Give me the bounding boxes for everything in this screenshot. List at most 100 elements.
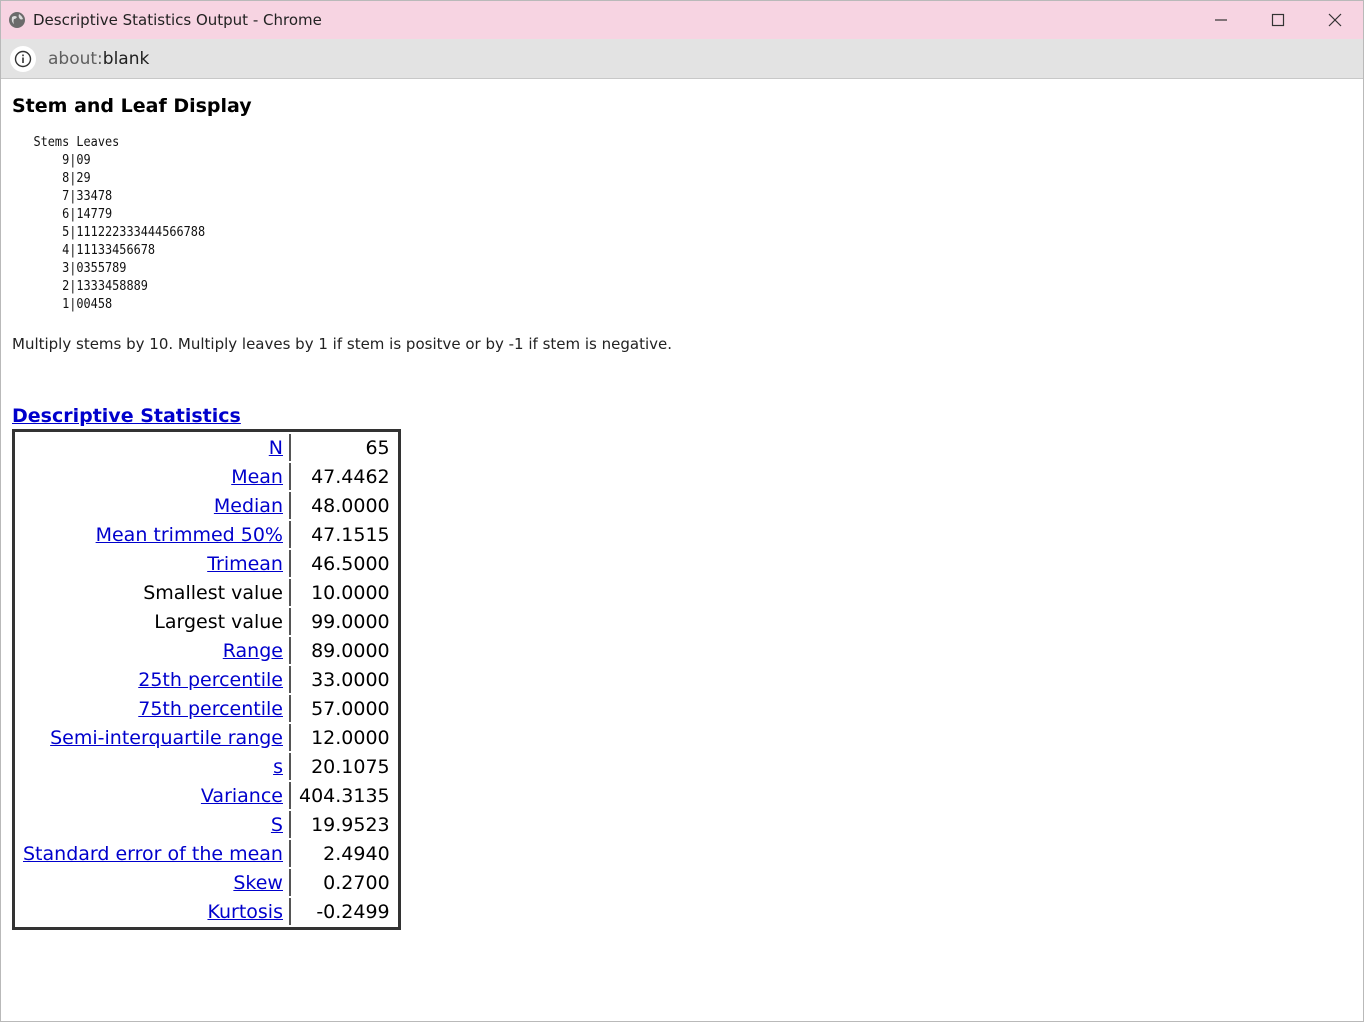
stat-label-link[interactable]: Range bbox=[223, 640, 283, 662]
stat-label-cell: 75th percentile bbox=[17, 695, 291, 722]
stat-label-link[interactable]: Mean bbox=[231, 466, 283, 488]
url-host: blank bbox=[102, 48, 150, 69]
stat-label-cell: Mean bbox=[17, 463, 291, 490]
stat-label-link[interactable]: N bbox=[269, 437, 283, 459]
stem-leaf-row: 9|09 bbox=[62, 152, 91, 168]
table-row: Standard error of the mean 2.4940 bbox=[17, 840, 396, 867]
title-bar: Descriptive Statistics Output - Chrome bbox=[1, 1, 1363, 39]
stem-leaf-row: 7|33478 bbox=[62, 188, 113, 204]
table-row: Mean 47.4462 bbox=[17, 463, 396, 490]
stat-value: 0.2700 bbox=[323, 871, 390, 894]
url-scheme: about: bbox=[48, 48, 103, 69]
close-icon bbox=[1328, 13, 1341, 27]
table-row: Mean trimmed 50% 47.1515 bbox=[17, 521, 396, 548]
stat-label-link[interactable]: s bbox=[273, 756, 283, 778]
stat-value: 47.1515 bbox=[311, 523, 390, 546]
stat-value: 10.0000 bbox=[311, 581, 390, 604]
globe-icon bbox=[8, 11, 26, 29]
maximize-button[interactable] bbox=[1249, 1, 1306, 39]
stem-leaf-row: 6|14779 bbox=[62, 206, 113, 222]
minimize-icon bbox=[1214, 19, 1227, 21]
stat-value: 47.4462 bbox=[311, 465, 390, 488]
stat-label-link[interactable]: Standard error of the mean bbox=[23, 843, 283, 865]
stat-label-link[interactable]: Median bbox=[214, 495, 283, 517]
stem-leaf-note: Multiply stems by 10. Multiply leaves by… bbox=[12, 335, 673, 353]
stat-label-cell: Largest value bbox=[17, 608, 291, 635]
stat-value: 65 bbox=[365, 436, 390, 459]
stat-value: 33.0000 bbox=[311, 668, 390, 691]
minimize-button[interactable] bbox=[1192, 1, 1249, 39]
table-row: Skew 0.2700 bbox=[17, 869, 396, 896]
stem-leaf-row: 1|00458 bbox=[62, 296, 113, 312]
stat-value: 46.5000 bbox=[311, 552, 390, 575]
stat-label: Largest value bbox=[154, 610, 283, 633]
stat-label: Smallest value bbox=[143, 581, 283, 604]
stat-value: 2.4940 bbox=[323, 842, 390, 865]
stat-label-cell: S bbox=[17, 811, 291, 838]
stat-label-cell: Mean trimmed 50% bbox=[17, 521, 291, 548]
stat-label-link[interactable]: Skew bbox=[233, 872, 283, 894]
stat-label-cell: Range bbox=[17, 637, 291, 664]
stat-label-link[interactable]: Trimean bbox=[207, 553, 283, 575]
stem-leaf-row: 8|29 bbox=[62, 170, 91, 186]
descriptive-statistics-table: N 65 Mean 47.4462 Median 48.0000 Mean trimmed … bbox=[12, 429, 401, 930]
table-row: Range 89.0000 bbox=[17, 637, 396, 664]
stat-label-link[interactable]: 75th percentile bbox=[138, 698, 283, 720]
stat-value: 48.0000 bbox=[311, 494, 390, 517]
stat-value: 89.0000 bbox=[311, 639, 390, 662]
stat-label-cell: s bbox=[17, 753, 291, 780]
table-row: Smallest value 10.0000 bbox=[17, 579, 396, 606]
page-content: Stem and Leaf Display Stems Leaves 9|09 … bbox=[12, 81, 1363, 1021]
stat-value: 19.9523 bbox=[311, 813, 390, 836]
stat-label-cell: Skew bbox=[17, 869, 291, 896]
info-icon[interactable] bbox=[10, 45, 36, 72]
stat-label-link[interactable]: Kurtosis bbox=[207, 901, 283, 923]
stem-leaf-row: 3|0355789 bbox=[62, 260, 127, 276]
stat-label-cell: Smallest value bbox=[17, 579, 291, 606]
window-controls bbox=[1192, 1, 1363, 39]
browser-window: Descriptive Statistics Output - Chrome a… bbox=[0, 0, 1364, 1022]
table-row: Median 48.0000 bbox=[17, 492, 396, 519]
table-row: Trimean 46.5000 bbox=[17, 550, 396, 577]
stem-leaf-row: 4|11133456678 bbox=[62, 242, 156, 258]
stat-label-cell: Trimean bbox=[17, 550, 291, 577]
stat-label-cell: N bbox=[17, 434, 291, 461]
stat-value: 404.3135 bbox=[298, 784, 390, 807]
stat-value: 12.0000 bbox=[311, 726, 390, 749]
stem-leaf-title: Stem and Leaf Display bbox=[12, 95, 252, 117]
stat-value: 99.0000 bbox=[311, 610, 390, 633]
descriptive-statistics-link[interactable]: Descriptive Statistics bbox=[12, 405, 241, 427]
address-bar[interactable]: about:blank bbox=[1, 39, 1363, 79]
stat-label-cell: Median bbox=[17, 492, 291, 519]
stat-value: 57.0000 bbox=[311, 697, 390, 720]
stat-value: -0.2499 bbox=[316, 900, 390, 923]
stat-label-cell: 25th percentile bbox=[17, 666, 291, 693]
table-row: s 20.1075 bbox=[17, 753, 396, 780]
stem-leaf-row: 2|1333458889 bbox=[62, 278, 148, 294]
stat-label-link[interactable]: Mean trimmed 50% bbox=[96, 524, 283, 546]
stat-value: 20.1075 bbox=[311, 755, 390, 778]
stat-label-cell: Variance bbox=[17, 782, 291, 809]
stat-label-link[interactable]: Semi-interquartile range bbox=[50, 727, 283, 749]
table-row: Semi-interquartile range 12.0000 bbox=[17, 724, 396, 751]
table-row: 75th percentile 57.0000 bbox=[17, 695, 396, 722]
table-row: Kurtosis -0.2499 bbox=[17, 898, 396, 925]
stat-label-link[interactable]: 25th percentile bbox=[138, 669, 283, 691]
window-title: Descriptive Statistics Output - Chrome bbox=[33, 11, 322, 29]
maximize-icon bbox=[1271, 13, 1284, 27]
stat-label-cell: Standard error of the mean bbox=[17, 840, 291, 867]
table-row: 25th percentile 33.0000 bbox=[17, 666, 396, 693]
stat-label-link[interactable]: S bbox=[271, 814, 283, 836]
url-text[interactable]: about:blank bbox=[48, 49, 149, 69]
stat-label-cell: Kurtosis bbox=[17, 898, 291, 925]
stem-leaf-row: 5|111222333444566788 bbox=[62, 224, 206, 240]
stat-label-link[interactable]: Variance bbox=[201, 785, 283, 807]
table-row: Largest value 99.0000 bbox=[17, 608, 396, 635]
stat-label-cell: Semi-interquartile range bbox=[17, 724, 291, 751]
table-row: Variance 404.3135 bbox=[17, 782, 396, 809]
stem-leaf-header: Stems Leaves bbox=[33, 134, 120, 150]
table-row: S 19.9523 bbox=[17, 811, 396, 838]
table-row: N 65 bbox=[17, 434, 396, 461]
stem-leaf-display: Stems Leaves 9|09 8|29 7|33478 6|14779 5… bbox=[12, 133, 205, 313]
close-button[interactable] bbox=[1306, 1, 1363, 39]
